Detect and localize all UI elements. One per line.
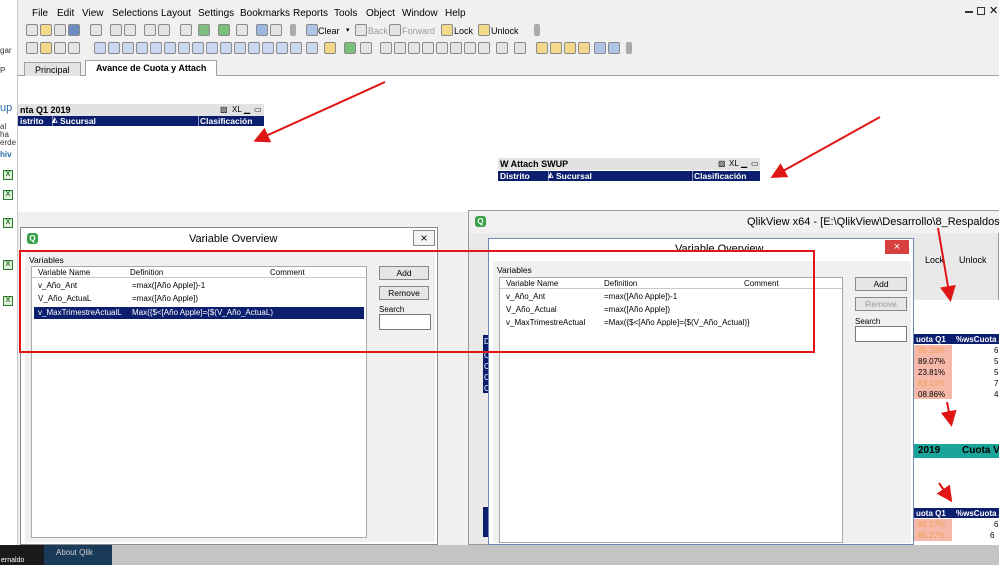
- arrow-icon: [936, 482, 953, 503]
- annotation-arrows: [253, 81, 957, 503]
- taskbar-item-label: About Qlik: [56, 548, 93, 557]
- arrow-icon: [253, 81, 386, 143]
- arrow-icon: [940, 401, 957, 427]
- taskbar-item[interactable]: About Qlik: [44, 545, 112, 565]
- taskbar-user: ernaldo: [0, 545, 44, 565]
- arrow-icon: [937, 227, 956, 302]
- arrow-icon: [770, 116, 881, 178]
- taskbar-user-label: ernaldo: [1, 557, 25, 564]
- taskbar: ernaldo About Qlik: [0, 545, 999, 565]
